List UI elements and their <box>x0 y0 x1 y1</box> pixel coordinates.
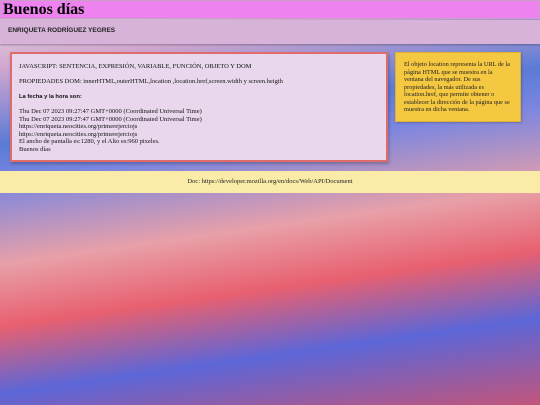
author-bar: ENRIQUETA RODRÍGUEZ YEGRES <box>0 20 540 44</box>
dom-properties-text: PROPIEDADES DOM: innerHTML,outerHTML,loc… <box>19 78 283 85</box>
location-info-box: El objeto location representa la URL de … <box>395 52 521 122</box>
topics-text: JAVASCRIPT: SENTENCIA, EXPRESIÓN, VARIAB… <box>19 63 252 70</box>
output-lines: Thu Dec 07 2023 09:27:47 GMT+0000 (Coord… <box>19 108 202 153</box>
date-line: Thu Dec 07 2023 09:27:47 GMT+0000 (Coord… <box>19 115 202 123</box>
page-title: Buenos días <box>3 1 85 18</box>
footer-bar: Doc: https://developer.mozilla.org/en/do… <box>0 171 540 193</box>
location-info-text: El objeto location representa la URL de … <box>404 61 510 113</box>
main-content-box: JAVASCRIPT: SENTENCIA, EXPRESIÓN, VARIAB… <box>10 52 388 162</box>
author-name: ENRIQUETA RODRÍGUEZ YEGRES <box>8 27 116 34</box>
doc-link: Doc: https://developer.mozilla.org/en/do… <box>187 178 353 185</box>
url-line: https://enriqueta.neocities.org/primerej… <box>19 123 138 130</box>
screen-size-line: El ancho de pantalla es:1280, y el Alto … <box>19 138 160 145</box>
header-bar: Buenos días <box>0 0 540 19</box>
date-heading: La fecha y la hora son: <box>19 94 82 100</box>
date-line: Thu Dec 07 2023 09:27:47 GMT+0000 (Coord… <box>19 108 202 115</box>
url-line: https://enriqueta.neocities.org/primerej… <box>19 130 138 138</box>
greeting-line: Buenos días <box>19 145 51 153</box>
